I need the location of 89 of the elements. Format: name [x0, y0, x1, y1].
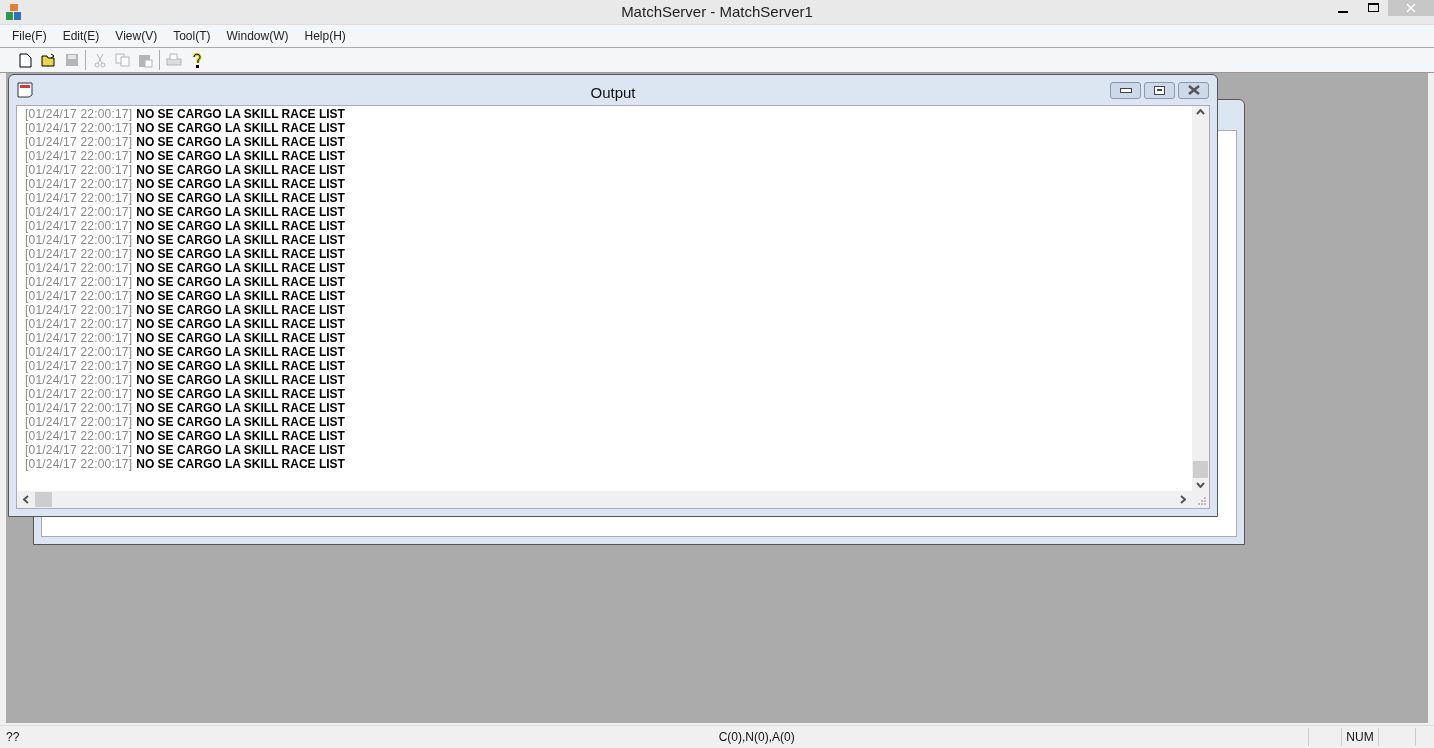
- log-message: NO SE CARGO LA SKILL RACE LIST: [136, 443, 345, 457]
- log-timestamp: [01/24/17 22:00:17]: [25, 219, 133, 233]
- log-message: NO SE CARGO LA SKILL RACE LIST: [136, 345, 345, 359]
- log-timestamp: [01/24/17 22:00:17]: [25, 163, 133, 177]
- log-timestamp: [01/24/17 22:00:17]: [25, 289, 133, 303]
- log-message: NO SE CARGO LA SKILL RACE LIST: [136, 415, 345, 429]
- log-timestamp: [01/24/17 22:00:17]: [25, 205, 133, 219]
- printer-icon: [165, 53, 182, 67]
- menu-item[interactable]: Help(H): [296, 26, 354, 46]
- log-timestamp: [01/24/17 22:00:17]: [25, 345, 133, 359]
- menu-item[interactable]: Window(W): [218, 26, 297, 46]
- app-logo-icon: [6, 4, 22, 20]
- log-message: NO SE CARGO LA SKILL RACE LIST: [136, 261, 345, 275]
- close-button[interactable]: [1178, 81, 1209, 99]
- restore-button[interactable]: [1144, 81, 1175, 99]
- log-timestamp: [01/24/17 22:00:17]: [25, 135, 133, 149]
- log-message: NO SE CARGO LA SKILL RACE LIST: [136, 429, 345, 443]
- menu-item[interactable]: Edit(E): [54, 26, 108, 46]
- scroll-thumb[interactable]: [35, 492, 52, 507]
- blank-page-icon: [19, 52, 32, 68]
- log-timestamp: [01/24/17 22:00:17]: [25, 121, 133, 135]
- log-message: NO SE CARGO LA SKILL RACE LIST: [136, 289, 345, 303]
- log-timestamp: [01/24/17 22:00:17]: [25, 443, 133, 457]
- num-lock-indicator: NUM: [1346, 730, 1374, 744]
- menu-item[interactable]: Tool(T): [165, 26, 219, 46]
- close-icon: [1186, 85, 1201, 95]
- log-message: NO SE CARGO LA SKILL RACE LIST: [136, 247, 345, 261]
- log-timestamp: [01/24/17 22:00:17]: [25, 107, 133, 121]
- log-message: NO SE CARGO LA SKILL RACE LIST: [136, 219, 345, 233]
- log-message: NO SE CARGO LA SKILL RACE LIST: [136, 275, 345, 289]
- log-timestamp: [01/24/17 22:00:17]: [25, 359, 133, 373]
- chevron-up-icon: [1196, 109, 1205, 115]
- minimize-button[interactable]: [1110, 81, 1141, 99]
- log-timestamp: [01/24/17 22:00:17]: [25, 149, 133, 163]
- log-timestamp: [01/24/17 22:00:17]: [25, 387, 133, 401]
- log-timestamp: [01/24/17 22:00:17]: [25, 457, 133, 471]
- copy-icon: [115, 53, 130, 67]
- log-timestamp: [01/24/17 22:00:17]: [25, 233, 133, 247]
- output-window-title: Output: [589, 84, 637, 101]
- log-timestamp: [01/24/17 22:00:17]: [25, 261, 133, 275]
- log-timestamp: [01/24/17 22:00:17]: [25, 373, 133, 387]
- minimize-icon: [1338, 11, 1348, 13]
- minimize-icon: [1119, 87, 1132, 93]
- log-timestamp: [01/24/17 22:00:17]: [25, 177, 133, 191]
- log-message: NO SE CARGO LA SKILL RACE LIST: [136, 401, 345, 415]
- log-message: NO SE CARGO LA SKILL RACE LIST: [136, 457, 345, 471]
- maximize-icon: [1367, 3, 1379, 13]
- folder-icon: [40, 53, 57, 67]
- log-timestamp: [01/24/17 22:00:17]: [25, 401, 133, 415]
- log-message: NO SE CARGO LA SKILL RACE LIST: [136, 121, 345, 135]
- log-message: NO SE CARGO LA SKILL RACE LIST: [136, 107, 345, 121]
- log-timestamp: [01/24/17 22:00:17]: [25, 415, 133, 429]
- log-timestamp: [01/24/17 22:00:17]: [25, 317, 133, 331]
- log-timestamp: [01/24/17 22:00:17]: [25, 303, 133, 317]
- log-timestamp: [01/24/17 22:00:17]: [25, 247, 133, 261]
- log-message: NO SE CARGO LA SKILL RACE LIST: [136, 191, 345, 205]
- scroll-thumb[interactable]: [1193, 461, 1208, 478]
- log-message: NO SE CARGO LA SKILL RACE LIST: [136, 233, 345, 247]
- log-timestamp: [01/24/17 22:00:17]: [25, 429, 133, 443]
- status-counts: C(0),N(0),A(0): [717, 730, 795, 744]
- log-message: NO SE CARGO LA SKILL RACE LIST: [136, 387, 345, 401]
- close-icon: [1406, 3, 1416, 13]
- horizontal-scrollbar[interactable]: [17, 491, 1192, 508]
- chevron-down-icon: [1196, 482, 1205, 488]
- chevron-right-icon: [1180, 495, 1186, 504]
- log-message: NO SE CARGO LA SKILL RACE LIST: [136, 317, 345, 331]
- menu-item[interactable]: View(V): [107, 26, 166, 46]
- log-message: NO SE CARGO LA SKILL RACE LIST: [136, 331, 345, 345]
- document-icon: [17, 82, 33, 98]
- log-message: NO SE CARGO LA SKILL RACE LIST: [136, 303, 345, 317]
- log-timestamp: [01/24/17 22:00:17]: [25, 191, 133, 205]
- log-message: NO SE CARGO LA SKILL RACE LIST: [136, 205, 345, 219]
- log-message: NO SE CARGO LA SKILL RACE LIST: [136, 135, 345, 149]
- menu-item[interactable]: File(F): [4, 26, 55, 46]
- question-mark-icon: [191, 52, 202, 68]
- status-message: ??: [5, 730, 20, 744]
- vertical-scrollbar[interactable]: [1192, 106, 1209, 491]
- log-message: NO SE CARGO LA SKILL RACE LIST: [136, 163, 345, 177]
- scissors-icon: [93, 52, 106, 68]
- chevron-left-icon: [23, 495, 29, 504]
- window-title: MatchServer - MatchServer1: [620, 3, 814, 20]
- clipboard-icon: [138, 52, 153, 68]
- log-timestamp: [01/24/17 22:00:17]: [25, 331, 133, 345]
- log-message: NO SE CARGO LA SKILL RACE LIST: [136, 359, 345, 373]
- log-message: NO SE CARGO LA SKILL RACE LIST: [136, 177, 345, 191]
- log-message: NO SE CARGO LA SKILL RACE LIST: [136, 149, 345, 163]
- log-message: NO SE CARGO LA SKILL RACE LIST: [136, 373, 345, 387]
- restore-icon: [1154, 85, 1165, 95]
- log-timestamp: [01/24/17 22:00:17]: [25, 275, 133, 289]
